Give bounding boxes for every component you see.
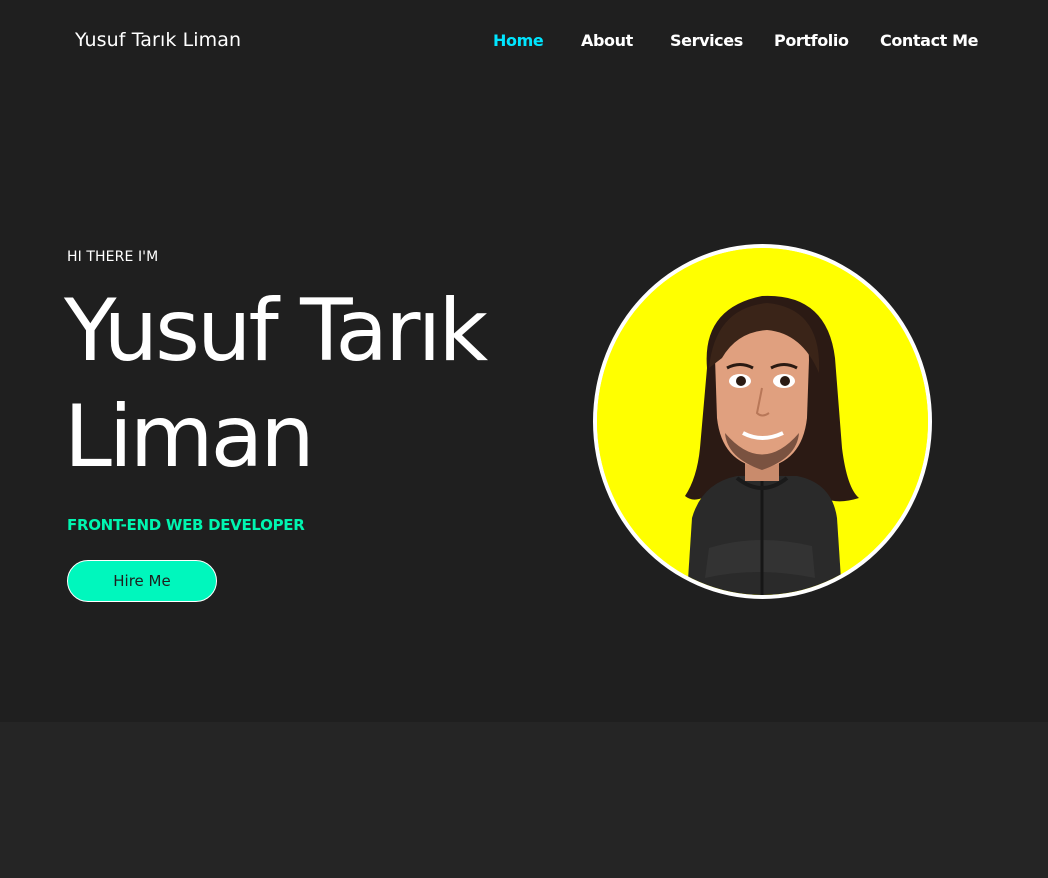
hero-greeting: HI THERE I'M <box>67 249 159 265</box>
nav-services[interactable]: Services <box>670 31 743 50</box>
page: Yusuf Tarık Liman Home About Services Po… <box>0 0 1048 878</box>
next-section <box>0 722 1048 878</box>
nav-contact[interactable]: Contact Me <box>880 31 978 50</box>
avatar-illustration-icon <box>597 248 928 595</box>
hire-me-button[interactable]: Hire Me <box>67 560 217 602</box>
nav-about[interactable]: About <box>581 31 633 50</box>
nav-portfolio[interactable]: Portfolio <box>774 31 849 50</box>
hero-name: Yusuf Tarık Liman <box>64 278 544 490</box>
hero-name-line2: Liman <box>64 387 315 487</box>
hero-role: FRONT-END WEB DEVELOPER <box>67 516 305 534</box>
avatar <box>593 244 932 599</box>
nav-home[interactable]: Home <box>493 31 544 50</box>
hero-name-line1: Yusuf Tarık <box>64 281 488 381</box>
main-nav: Home About Services Portfolio Contact Me <box>0 31 1048 53</box>
